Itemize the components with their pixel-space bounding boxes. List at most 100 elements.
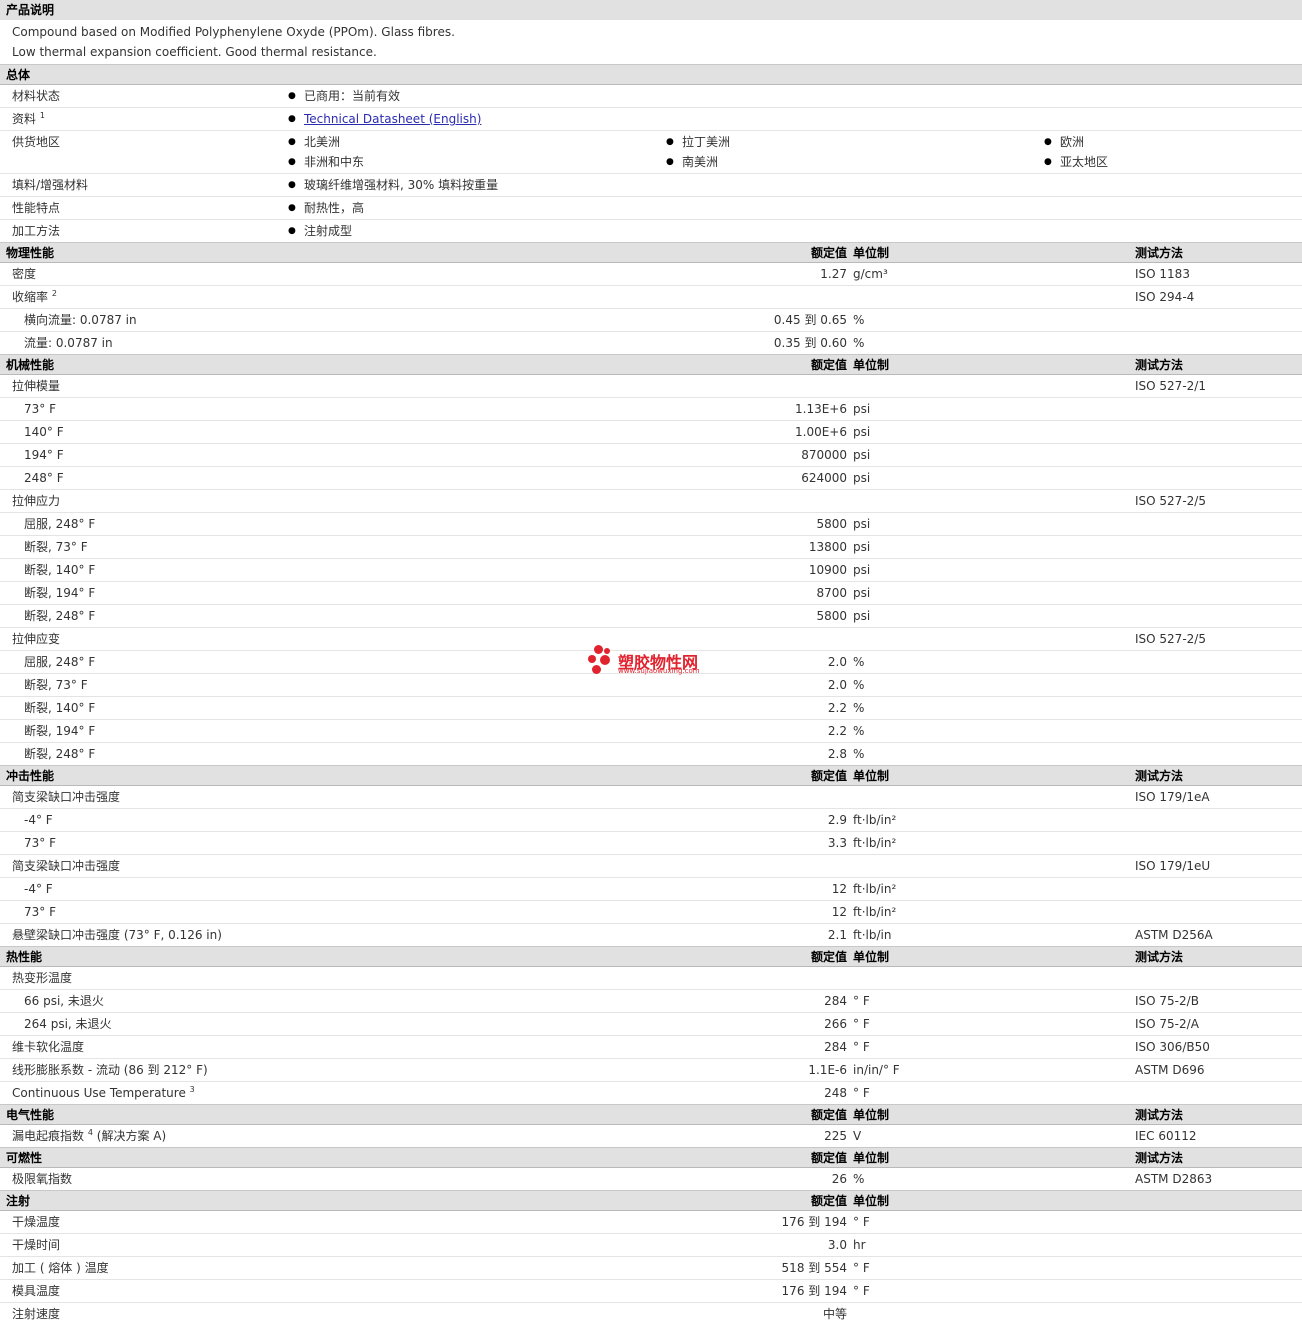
section-title: 产品说明 xyxy=(6,3,55,17)
property-label: 73° F xyxy=(24,832,56,854)
property-text: 248° F xyxy=(24,471,64,485)
data-row: 干燥时间 3.0 hr xyxy=(0,1233,1302,1256)
data-row: 漏电起痕指数 4 (解决方案 A) 225 V IEC 60112 xyxy=(0,1124,1302,1147)
property-sections: 物理性能 额定值 单位制 测试方法 密度 1.27 g/cm³ ISO 1183 收缩率 2 IS… xyxy=(0,242,1302,1325)
column-header-unit: 单位制 xyxy=(853,1194,890,1208)
test-method: ISO 306/B50 xyxy=(1135,1040,1210,1054)
property-text: 悬壁梁缺口冲击强度 (73° F, 0.126 in) xyxy=(12,928,222,942)
section-header-injection: 注射 额定值 单位制 xyxy=(0,1190,1302,1210)
data-row: 140° F 1.00E+6 psi xyxy=(0,420,1302,443)
property-text: 漏电起痕指数 xyxy=(12,1129,85,1143)
property-label: 66 psi, 未退火 xyxy=(24,990,104,1012)
property-text: 干燥时间 xyxy=(12,1238,61,1252)
property-text: 简支梁缺口冲击强度 xyxy=(12,859,121,873)
nominal-value: 1.1E-6 xyxy=(808,1063,847,1077)
property-text: 断裂, 194° F xyxy=(24,586,96,600)
row-features: 性能特点 耐热性，高 xyxy=(0,196,1302,219)
property-text: 194° F xyxy=(24,448,64,462)
test-method: ISO 294-4 xyxy=(1135,290,1195,304)
section-header-electrical: 电气性能 额定值 单位制 测试方法 xyxy=(0,1104,1302,1124)
data-row: 干燥温度 176 到 194 ° F xyxy=(0,1210,1302,1233)
property-text: 140° F xyxy=(24,425,64,439)
section-title: 机械性能 xyxy=(6,358,55,372)
nominal-value: 284 xyxy=(824,994,847,1008)
property-label: 简支梁缺口冲击强度 xyxy=(12,786,120,808)
data-row: 194° F 870000 psi xyxy=(0,443,1302,466)
data-row: 73° F 1.13E+6 psi xyxy=(0,397,1302,420)
nominal-value: 3.3 xyxy=(827,836,847,850)
bullet-text: 耐热性，高 xyxy=(304,201,365,215)
technical-datasheet-link[interactable]: Technical Datasheet (English) xyxy=(304,112,481,126)
bullet-item: 注射成型 xyxy=(288,220,352,242)
property-label: 拉伸应力 xyxy=(12,490,60,512)
section-header-flammability: 可燃性 额定值 单位制 测试方法 xyxy=(0,1147,1302,1167)
property-label: Continuous Use Temperature 3 xyxy=(12,1082,195,1104)
property-label: 填料/增强材料 xyxy=(12,178,89,192)
data-row: 拉伸应力 ISO 527-2/5 xyxy=(0,489,1302,512)
nominal-value: 中等 xyxy=(822,1307,847,1321)
property-text: 断裂, 248° F xyxy=(24,747,96,761)
data-row: 断裂, 194° F 8700 psi xyxy=(0,581,1302,604)
property-label: 材料状态 xyxy=(12,89,61,103)
property-text: 极限氧指数 xyxy=(12,1172,73,1186)
property-text: -4° F xyxy=(24,813,53,827)
nominal-value: 225 xyxy=(824,1129,847,1143)
data-row: 悬壁梁缺口冲击强度 (73° F, 0.126 in) 2.1 ft·lb/in AS… xyxy=(0,923,1302,946)
bullet-item: Technical Datasheet (English) xyxy=(288,108,481,130)
section-title: 总体 xyxy=(6,68,31,82)
column-header-value: 额定值 xyxy=(810,246,847,260)
column-header-method: 测试方法 xyxy=(1135,1151,1184,1165)
property-label: 漏电起痕指数 4 (解决方案 A) xyxy=(12,1125,166,1147)
property-label: 断裂, 140° F xyxy=(24,697,95,719)
data-row: 注射速度 中等 xyxy=(0,1302,1302,1325)
property-label: 194° F xyxy=(24,444,64,466)
row-filler: 填料/增强材料 玻璃纤维增强材料, 30% 填料按重量 xyxy=(0,173,1302,196)
property-text: 73° F xyxy=(24,836,56,850)
nominal-value: 248 xyxy=(824,1086,847,1100)
property-label: 断裂, 248° F xyxy=(24,605,95,627)
row-documents: 资料 1 Technical Datasheet (English) xyxy=(0,107,1302,130)
unit-value: V xyxy=(853,1129,862,1143)
unit-value: ft·lb/in² xyxy=(853,813,897,827)
property-text: Continuous Use Temperature xyxy=(12,1086,186,1100)
data-row: 极限氧指数 26% ASTM D2863 xyxy=(0,1167,1302,1190)
region-item: 亚太地区 xyxy=(1044,151,1108,173)
property-label: 加工 ( 熔体 ) 温度 xyxy=(12,1257,109,1279)
nominal-value: 0.45 到 0.65 xyxy=(773,313,847,327)
footnote-marker: 3 xyxy=(189,1085,195,1094)
column-header-unit: 单位制 xyxy=(853,246,890,260)
unit-value: psi xyxy=(853,402,871,416)
data-row: 断裂, 194° F 2.2% xyxy=(0,719,1302,742)
test-method: ISO 179/1eA xyxy=(1135,790,1210,804)
property-label: 干燥时间 xyxy=(12,1234,60,1256)
unit-value: psi xyxy=(853,609,871,623)
column-header-unit: 单位制 xyxy=(853,1151,890,1165)
property-text: 加工 ( 熔体 ) 温度 xyxy=(12,1261,109,1275)
footnote-marker: 1 xyxy=(39,111,45,120)
nominal-value: 12 xyxy=(831,882,847,896)
column-header-method: 测试方法 xyxy=(1135,246,1184,260)
property-label: 264 psi, 未退火 xyxy=(24,1013,112,1035)
test-method: ASTM D696 xyxy=(1135,1063,1205,1077)
bullet-text: 已商用：当前有效 xyxy=(304,89,401,103)
nominal-value: 12 xyxy=(831,905,847,919)
property-text: 264 psi, 未退火 xyxy=(24,1017,112,1031)
column-header-unit: 单位制 xyxy=(853,358,890,372)
nominal-value: 870000 xyxy=(801,448,847,462)
section-title: 热性能 xyxy=(6,950,43,964)
property-text: 干燥温度 xyxy=(12,1215,61,1229)
property-text: 拉伸模量 xyxy=(12,379,61,393)
property-text: 73° F xyxy=(24,402,56,416)
unit-value: % xyxy=(853,313,865,327)
data-row: 73° F 12 ft·lb/in² xyxy=(0,900,1302,923)
column-header-value: 额定值 xyxy=(810,769,847,783)
test-method: IEC 60112 xyxy=(1135,1129,1197,1143)
property-label: 73° F xyxy=(24,398,56,420)
footnote-marker: 2 xyxy=(51,289,57,298)
property-label: 横向流量: 0.0787 in xyxy=(24,309,137,331)
data-row: 屈服, 248° F 5800 psi xyxy=(0,512,1302,535)
column-header-value: 额定值 xyxy=(810,1108,847,1122)
data-row: 横向流量: 0.0787 in 0.45 到 0.65% xyxy=(0,308,1302,331)
data-row: -4° F 12 ft·lb/in² xyxy=(0,877,1302,900)
section-header-physical: 物理性能 额定值 单位制 测试方法 xyxy=(0,242,1302,262)
